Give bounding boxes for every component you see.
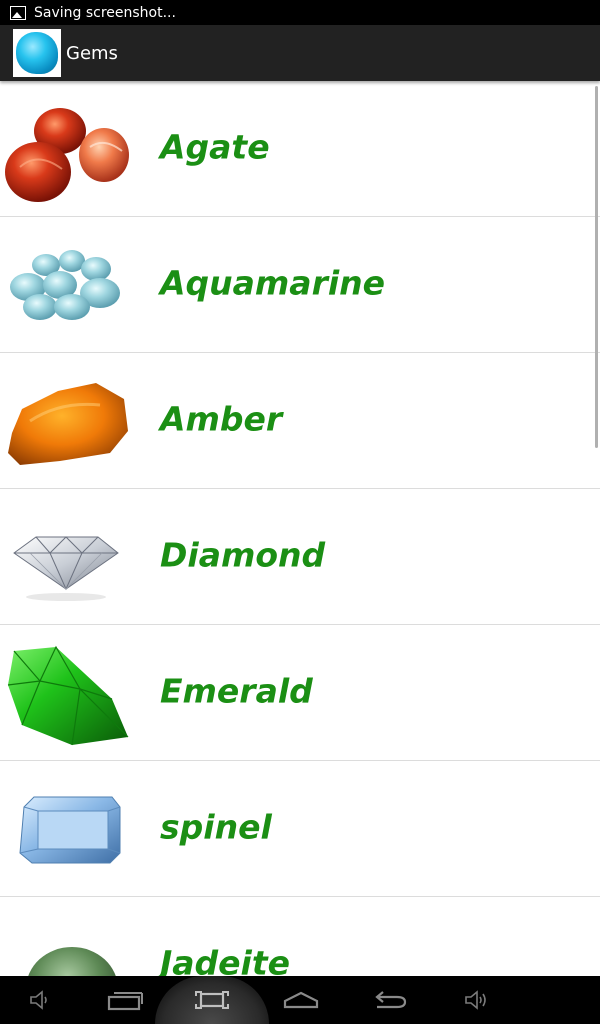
list-item-spinel[interactable]: spinel (0, 761, 600, 897)
screenshot-icon[interactable] (185, 976, 239, 1024)
agate-image (0, 89, 135, 209)
gem-name: Emerald (160, 671, 313, 711)
list-item-diamond[interactable]: Diamond (0, 489, 600, 625)
nav-bar (0, 976, 600, 1024)
list-item-jadeite[interactable]: Jadeite (0, 897, 600, 976)
home-icon[interactable] (276, 976, 326, 1024)
emerald-image (0, 633, 135, 753)
back-icon[interactable] (364, 976, 414, 1024)
list-item-emerald[interactable]: Emerald (0, 625, 600, 761)
recent-apps-icon[interactable] (100, 976, 150, 1024)
spinel-image (0, 769, 135, 889)
list-item-agate[interactable]: Agate (0, 81, 600, 217)
blue-gem-icon (16, 32, 58, 74)
gem-name: Aquamarine (160, 263, 386, 303)
gem-name: Diamond (160, 535, 326, 575)
volume-down-icon[interactable] (18, 976, 62, 1024)
list-item-aquamarine[interactable]: Aquamarine (0, 217, 600, 353)
gem-name: Amber (160, 399, 283, 439)
status-bar: Saving screenshot... (0, 0, 600, 25)
scrollbar[interactable] (595, 86, 598, 448)
volume-up-icon[interactable] (454, 976, 498, 1024)
app-title: Gems (66, 42, 118, 64)
gem-name: spinel (160, 807, 272, 847)
list-item-amber[interactable]: Amber (0, 353, 600, 489)
amber-image (0, 361, 135, 481)
app-icon[interactable] (13, 29, 61, 77)
aquamarine-image (0, 225, 135, 345)
jadeite-image (0, 905, 135, 976)
action-bar: Gems (0, 25, 600, 81)
gem-name: Jadeite (160, 943, 291, 976)
gem-list[interactable]: Agate Aquamarine Amber Diamond Emerald s… (0, 81, 600, 976)
screen: Saving screenshot... Gems Agate Aquamari… (0, 0, 600, 1024)
diamond-image (0, 497, 135, 617)
image-icon (10, 5, 26, 20)
status-text: Saving screenshot... (34, 4, 176, 21)
gem-name: Agate (160, 127, 270, 167)
